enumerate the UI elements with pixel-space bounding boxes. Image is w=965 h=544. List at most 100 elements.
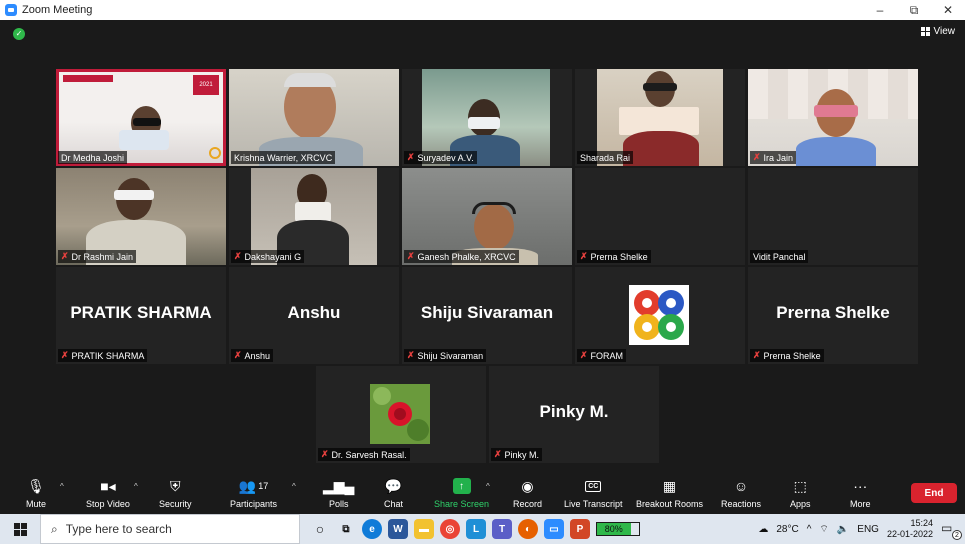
search-icon: ⌕ bbox=[51, 521, 58, 536]
clock[interactable]: 15:24 22-01-2022 bbox=[887, 518, 933, 540]
participants-button[interactable]: 👥 17 Participants bbox=[230, 476, 278, 510]
slide-year-badge: 2021 bbox=[193, 75, 219, 95]
video-tile[interactable]: Prerna Shelke ✗ Prerna Shelke bbox=[748, 267, 918, 364]
video-tile[interactable]: ✗ Suryadev A.V. bbox=[402, 69, 572, 166]
video-tile[interactable]: ✗ Ira Jain bbox=[748, 69, 918, 166]
video-tile[interactable]: PRATIK SHARMA ✗ PRATIK SHARMA bbox=[56, 267, 226, 364]
mic-muted-icon: ✗ bbox=[753, 350, 761, 360]
video-tile[interactable]: 2021 Dr Medha Joshi bbox=[56, 69, 226, 166]
video-tile[interactable]: ✗ Dr Rashmi Jain bbox=[56, 168, 226, 265]
mic-muted-icon: ✗ bbox=[580, 350, 588, 360]
encryption-shield-icon[interactable] bbox=[13, 28, 25, 40]
powerpoint-icon[interactable]: P bbox=[570, 519, 590, 539]
chrome-icon[interactable]: ◎ bbox=[440, 519, 460, 539]
zoom-taskbar-icon[interactable]: ▭ bbox=[544, 519, 564, 539]
maximize-button[interactable]: ⧉ bbox=[897, 0, 931, 20]
video-tile[interactable]: Vidit Panchal bbox=[748, 168, 918, 265]
participant-name-label: ✗ Prerna Shelke bbox=[577, 250, 651, 263]
search-placeholder: Type here to search bbox=[65, 522, 172, 536]
reactions-button[interactable]: ☺ Reactions bbox=[721, 476, 761, 509]
temperature[interactable]: 28°C bbox=[776, 524, 798, 535]
cc-text: CC bbox=[585, 480, 602, 492]
end-meeting-button[interactable]: End bbox=[911, 483, 957, 503]
security-label: Security bbox=[159, 499, 192, 509]
video-tile[interactable]: Sharada Rai bbox=[575, 69, 745, 166]
meeting-toolbar: 🎙 Mute ^ ■◂ Stop Video ^ ⛨ Security 👥 17 … bbox=[0, 472, 965, 514]
title-bar: Zoom Meeting – ⧉ ✕ bbox=[0, 0, 965, 20]
zoom-logo-icon bbox=[5, 4, 17, 16]
word-icon[interactable]: W bbox=[388, 519, 408, 539]
network-icon[interactable]: ⌔ bbox=[819, 523, 828, 536]
more-button[interactable]: ··· More bbox=[850, 476, 871, 509]
apps-icon: ⬚ bbox=[793, 477, 807, 494]
video-tile[interactable]: ✗ Ganesh Phalke, XRCVC bbox=[402, 168, 572, 265]
video-options-caret[interactable]: ^ bbox=[134, 482, 138, 491]
volume-icon[interactable]: 🔈 bbox=[837, 524, 849, 535]
chat-label: Chat bbox=[384, 499, 404, 509]
video-tile[interactable]: Shiju Sivaraman ✗ Shiju Sivaraman bbox=[402, 267, 572, 364]
participant-display-name: Anshu bbox=[287, 303, 341, 322]
participants-label: Participants bbox=[230, 499, 278, 509]
clock-date: 22-01-2022 bbox=[886, 529, 933, 539]
video-tile[interactable]: ✗ Dakshayani G bbox=[229, 168, 399, 265]
video-tile[interactable]: ✗ FORAM bbox=[575, 267, 745, 364]
microphone-icon: 🎙 bbox=[27, 477, 45, 494]
participant-name-label: ✗ Ganesh Phalke, XRCVC bbox=[404, 250, 519, 263]
participant-name-label: ✗ Ira Jain bbox=[750, 151, 797, 164]
edge-icon[interactable]: e bbox=[362, 519, 382, 539]
chevron-up-icon[interactable]: ^ bbox=[807, 524, 812, 535]
participant-name-label: ✗ Dr Rashmi Jain bbox=[58, 250, 137, 263]
rose-avatar-icon bbox=[370, 384, 430, 444]
security-button[interactable]: ⛨ Security bbox=[159, 476, 192, 510]
participant-name-label: ✗ Suryadev A.V. bbox=[404, 151, 477, 164]
apps-button[interactable]: ⬚ Apps bbox=[790, 476, 811, 510]
teams-icon[interactable]: T bbox=[492, 519, 512, 539]
cortana-icon[interactable]: ○ bbox=[310, 519, 330, 539]
firefox-icon[interactable]: ◐ bbox=[518, 519, 538, 539]
video-tile-active-speaker[interactable]: Krishna Warrier, XRCVC bbox=[229, 69, 399, 166]
participant-name-label: ✗ FORAM bbox=[577, 349, 627, 362]
participant-name-label: ✗ Anshu bbox=[231, 349, 274, 362]
participant-name-label: Krishna Warrier, XRCVC bbox=[231, 151, 336, 164]
mute-button[interactable]: 🎙 Mute bbox=[26, 476, 46, 510]
polls-button[interactable]: ▂▆▄ Polls bbox=[323, 476, 354, 510]
task-view-icon[interactable]: ⧉ bbox=[336, 519, 356, 539]
share-screen-button[interactable]: ↑ Share Screen bbox=[434, 476, 489, 509]
shield-icon: ⛨ bbox=[170, 477, 181, 494]
battery-indicator[interactable]: 80% bbox=[596, 522, 640, 536]
file-explorer-icon[interactable]: ▬ bbox=[414, 519, 434, 539]
stop-video-button[interactable]: ■◂ Stop Video bbox=[86, 476, 130, 510]
live-transcript-button[interactable]: CC Live Transcript bbox=[564, 476, 623, 509]
apps-label: Apps bbox=[790, 499, 811, 509]
taskbar-search-box[interactable]: ⌕ Type here to search bbox=[40, 514, 300, 544]
participant-name-label: ✗ Shiju Sivaraman bbox=[404, 349, 487, 362]
video-tile[interactable]: ✗ Dr. Sarvesh Rasal. bbox=[316, 366, 486, 463]
mic-muted-icon: ✗ bbox=[321, 449, 329, 459]
view-button[interactable]: View bbox=[920, 26, 955, 37]
language-indicator[interactable]: ENG bbox=[857, 524, 879, 535]
minimize-button[interactable]: – bbox=[863, 0, 897, 20]
share-options-caret[interactable]: ^ bbox=[486, 482, 490, 491]
start-button[interactable] bbox=[0, 514, 40, 544]
windows-taskbar: ⌕ Type here to search ○ ⧉ e W ▬ ◎ L T ◐ … bbox=[0, 514, 965, 544]
audio-options-caret[interactable]: ^ bbox=[60, 482, 64, 491]
l-app-icon[interactable]: L bbox=[466, 519, 486, 539]
record-button[interactable]: ◉ Record bbox=[513, 476, 542, 510]
weather-icon[interactable]: ☁ bbox=[758, 524, 768, 535]
participants-options-caret[interactable]: ^ bbox=[292, 482, 296, 491]
polls-label: Polls bbox=[328, 499, 349, 509]
participant-name-label: ✗ Prerna Shelke bbox=[750, 349, 824, 362]
breakout-rooms-button[interactable]: ▦ Breakout Rooms bbox=[636, 476, 704, 510]
video-tile[interactable]: ✗ Prerna Shelke bbox=[575, 168, 745, 265]
windows-logo-icon bbox=[13, 522, 27, 536]
closed-caption-icon: CC bbox=[585, 476, 602, 496]
breakout-rooms-label: Breakout Rooms bbox=[636, 499, 704, 509]
close-button[interactable]: ✕ bbox=[931, 0, 965, 20]
video-tile[interactable]: Anshu ✗ Anshu bbox=[229, 267, 399, 364]
notification-icon[interactable]: ▭ 2 bbox=[941, 521, 962, 540]
mic-muted-icon: ✗ bbox=[580, 251, 588, 261]
mic-muted-icon: ✗ bbox=[407, 251, 415, 261]
video-tile[interactable]: Pinky M. ✗ Pinky M. bbox=[489, 366, 659, 463]
chat-button[interactable]: 💬 Chat bbox=[384, 476, 404, 510]
battery-percent: 80% bbox=[597, 523, 631, 535]
